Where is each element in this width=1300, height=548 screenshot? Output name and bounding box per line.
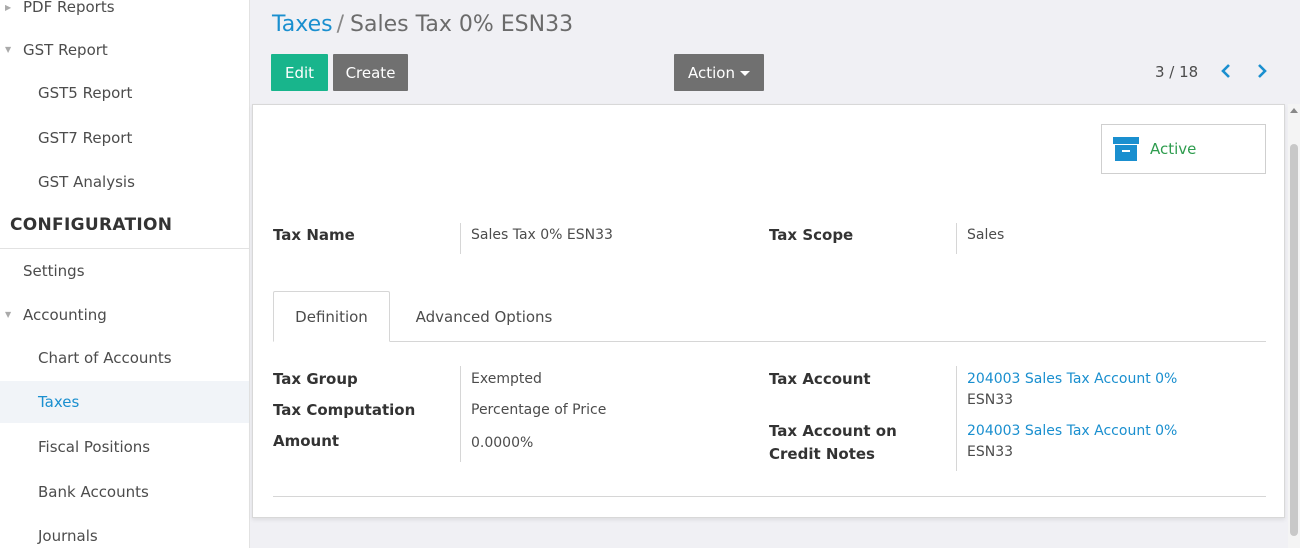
tax-scope-value: Sales xyxy=(967,227,1005,243)
tax-group-value: Exempted xyxy=(471,371,542,387)
sidebar-section-configuration: CONFIGURATION xyxy=(0,212,249,238)
active-status-label: Active xyxy=(1150,140,1197,158)
caret-down-icon xyxy=(739,71,750,76)
archive-icon xyxy=(1113,137,1139,161)
sidebar-item-fiscal-positions[interactable]: Fiscal Positions xyxy=(0,435,249,459)
chevron-right-icon[interactable] xyxy=(1252,59,1272,83)
tax-account-credit-sub: ESN33 xyxy=(967,444,1014,460)
sidebar-item-label: GST5 Report xyxy=(38,84,133,102)
sidebar-item-gst7-report[interactable]: GST7 Report xyxy=(0,126,249,150)
sidebar-item-label: GST Report xyxy=(23,41,108,59)
breadcrumb-separator: / xyxy=(336,12,345,37)
tax-account-credit-label-line1: Tax Account on xyxy=(769,422,897,440)
tax-account-sub: ESN33 xyxy=(967,392,1014,408)
vertical-scrollbar[interactable] xyxy=(1288,104,1300,548)
edit-button[interactable]: Edit xyxy=(271,54,328,91)
tax-name-label: Tax Name xyxy=(273,226,355,244)
caret-down-icon: ▼ xyxy=(5,310,12,319)
sidebar-item-label: GST7 Report xyxy=(38,129,133,147)
sidebar-item-label: Taxes xyxy=(38,393,80,411)
tax-account-credit-link[interactable]: 204003 Sales Tax Account 0% xyxy=(967,423,1177,439)
amount-label: Amount xyxy=(273,432,340,450)
sidebar-item-gst-analysis[interactable]: GST Analysis xyxy=(0,170,249,194)
active-toggle-button[interactable]: Active xyxy=(1101,124,1266,174)
sidebar-item-pdf-reports[interactable]: ▶ PDF Reports xyxy=(0,0,249,19)
field-divider xyxy=(956,366,957,471)
tax-account-credit-label-line2: Credit Notes xyxy=(769,445,875,463)
sidebar-item-label: Fiscal Positions xyxy=(38,438,151,456)
sidebar-item-gst-report[interactable]: ▼ GST Report xyxy=(0,38,249,62)
action-button-label: Action xyxy=(688,63,735,82)
sidebar-item-label: Chart of Accounts xyxy=(38,349,172,367)
sidebar-item-accounting[interactable]: ▼ Accounting xyxy=(0,303,249,327)
sidebar-divider xyxy=(0,248,249,249)
amount-value: 0.0000% xyxy=(471,435,534,451)
sidebar-section-label: CONFIGURATION xyxy=(10,215,173,235)
sidebar-item-label: Accounting xyxy=(23,306,107,324)
sidebar-item-taxes[interactable]: Taxes xyxy=(0,381,249,423)
caret-right-icon: ▶ xyxy=(5,3,12,12)
sidebar-item-label: Settings xyxy=(23,262,85,280)
tax-scope-label: Tax Scope xyxy=(769,226,854,244)
breadcrumb: Taxes / Sales Tax 0% ESN33 xyxy=(272,12,573,37)
tab-advanced-options[interactable]: Advanced Options xyxy=(398,291,570,342)
create-button[interactable]: Create xyxy=(333,54,408,91)
pager-value: 3 / 18 xyxy=(1155,63,1199,81)
breadcrumb-current: Sales Tax 0% ESN33 xyxy=(350,12,574,37)
field-divider xyxy=(460,366,461,462)
scrollbar-thumb[interactable] xyxy=(1290,144,1298,536)
breadcrumb-parent-link[interactable]: Taxes xyxy=(272,12,333,37)
scroll-up-icon[interactable] xyxy=(1290,108,1298,113)
tax-name-value: Sales Tax 0% ESN33 xyxy=(471,227,613,243)
sidebar-item-settings[interactable]: Settings xyxy=(0,259,249,283)
sidebar: ▶ PDF Reports ▼ GST Report GST5 Report G… xyxy=(0,0,250,548)
action-dropdown-button[interactable]: Action xyxy=(674,54,764,91)
sidebar-item-bank-accounts[interactable]: Bank Accounts xyxy=(0,480,249,504)
tab-definition[interactable]: Definition xyxy=(273,291,390,342)
tax-account-link[interactable]: 204003 Sales Tax Account 0% xyxy=(967,371,1177,387)
tax-computation-value: Percentage of Price xyxy=(471,402,607,418)
sidebar-item-gst5-report[interactable]: GST5 Report xyxy=(0,81,249,105)
tax-account-label: Tax Account xyxy=(769,370,871,388)
sidebar-item-journals[interactable]: Journals xyxy=(0,524,249,548)
form-bottom-divider xyxy=(273,496,1266,497)
sidebar-item-chart-of-accounts[interactable]: Chart of Accounts xyxy=(0,346,249,370)
sidebar-item-label: Bank Accounts xyxy=(38,483,149,501)
tax-computation-label: Tax Computation xyxy=(273,401,416,419)
field-divider xyxy=(956,223,957,254)
tax-group-label: Tax Group xyxy=(273,370,358,388)
field-divider xyxy=(460,223,461,254)
chevron-left-icon[interactable] xyxy=(1216,59,1236,83)
sidebar-item-label: Journals xyxy=(38,527,98,545)
sidebar-item-label: GST Analysis xyxy=(38,173,135,191)
sidebar-item-label: PDF Reports xyxy=(23,0,115,16)
caret-down-icon: ▼ xyxy=(5,45,12,54)
